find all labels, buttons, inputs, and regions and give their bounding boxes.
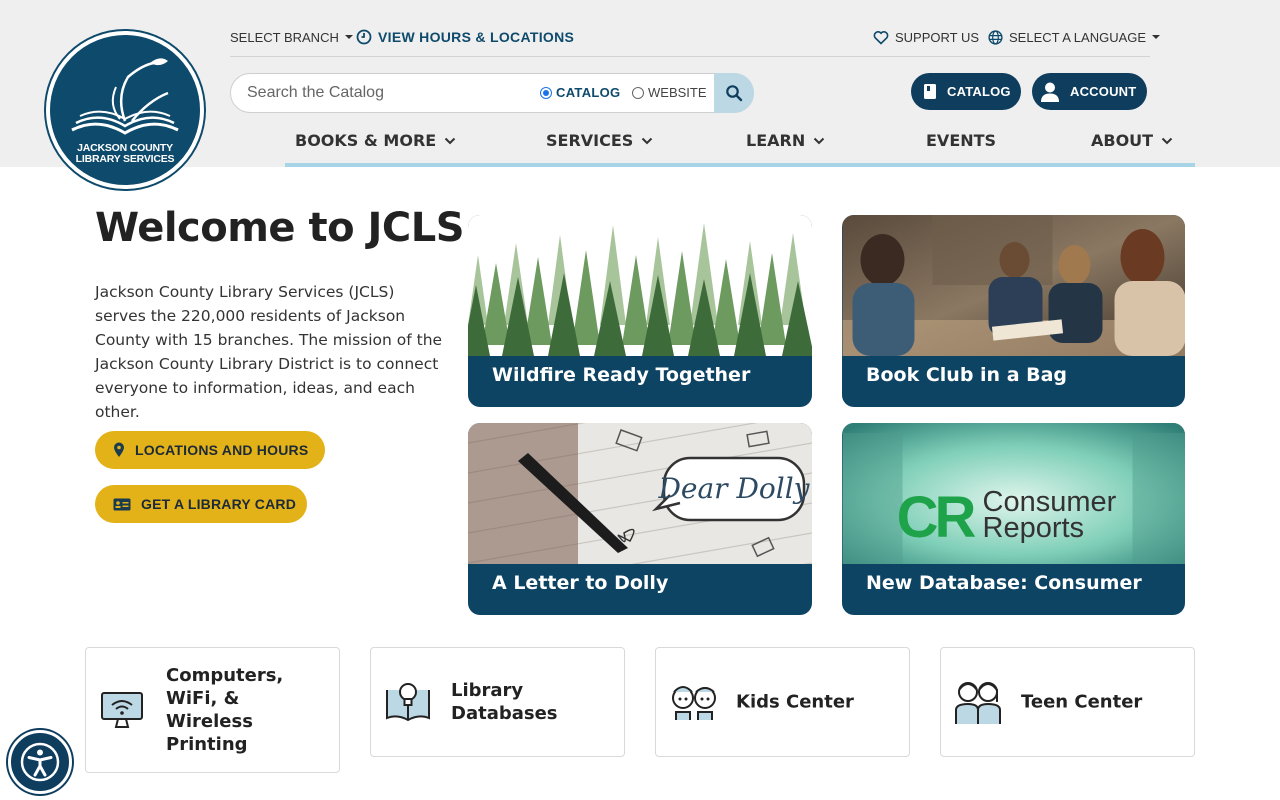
forest-image <box>468 215 812 356</box>
tile-teen-center[interactable]: Teen Center <box>940 647 1195 757</box>
select-language-dropdown[interactable]: SELECT A LANGUAGE <box>988 26 1161 48</box>
view-hours-link[interactable]: VIEW HOURS & LOCATIONS <box>356 26 574 48</box>
caret-down-icon <box>344 35 353 39</box>
clock-icon <box>356 29 372 45</box>
select-branch-dropdown[interactable]: SELECT BRANCH <box>230 26 353 48</box>
nav-learn-label: LEARN <box>746 131 806 150</box>
account-button-label: ACCOUNT <box>1070 84 1137 99</box>
support-us-link[interactable]: SUPPORT US <box>873 26 979 48</box>
nav-services[interactable]: SERVICES <box>546 131 653 150</box>
header-divider <box>230 56 1150 57</box>
heart-icon <box>873 30 889 45</box>
view-hours-label: VIEW HOURS & LOCATIONS <box>378 29 575 45</box>
get-library-card-label: GET A LIBRARY CARD <box>141 496 297 512</box>
site-header: JACKSON COUNTY LIBRARY SERVICES SELECT B… <box>0 0 1280 189</box>
chevron-down-icon <box>642 137 653 144</box>
tile-computers-wifi[interactable]: Computers, WiFi, & Wireless Printing <box>85 647 340 773</box>
tile-label: Kids Center <box>736 691 854 713</box>
book-lightbulb-icon <box>386 683 430 722</box>
consumer-reports-image: CR Consumer Reports <box>842 423 1185 564</box>
feature-card-book-club[interactable]: Book Club in a Bag <box>842 215 1185 407</box>
nav-services-label: SERVICES <box>546 131 634 150</box>
tile-label: Computers, WiFi, & Wireless Printing <box>166 665 284 755</box>
welcome-description: Jackson County Library Services (JCLS) s… <box>95 283 443 421</box>
main-nav: BOOKS & MORE SERVICES LEARN EVENTS ABOUT <box>285 127 1195 167</box>
radio-unselected-icon <box>632 86 644 99</box>
jcls-logo[interactable]: JACKSON COUNTY LIBRARY SERVICES <box>46 31 204 189</box>
cr-logo-text: CR <box>897 485 976 550</box>
dear-dolly-text: Dear Dolly <box>657 472 810 505</box>
nav-books-more-label: BOOKS & MORE <box>295 131 437 150</box>
caret-down-icon <box>1152 35 1161 39</box>
nav-about-label: ABOUT <box>1091 131 1154 150</box>
page-title: Welcome to JCLS <box>95 205 465 251</box>
feature-card-title: Book Club in a Bag <box>866 364 1068 386</box>
catalog-button[interactable]: CATALOG <box>911 73 1021 110</box>
letter-writing-photo: Dear Dolly <box>468 423 812 564</box>
map-pin-icon <box>113 442 125 458</box>
computer-wifi-icon <box>101 692 143 728</box>
search-option-catalog-label: CATALOG <box>556 85 621 100</box>
feature-card-title: A Letter to Dolly <box>492 572 669 594</box>
get-library-card-button[interactable]: GET A LIBRARY CARD <box>95 485 307 523</box>
accessibility-button[interactable] <box>8 730 72 794</box>
reports-text: Reports <box>983 512 1085 544</box>
globe-icon <box>988 29 1003 45</box>
nav-events[interactable]: EVENTS <box>926 131 996 150</box>
catalog-search-bar: CATALOG WEBSITE <box>230 73 754 113</box>
search-option-website[interactable]: WEBSITE <box>632 85 707 100</box>
search-input[interactable] <box>247 82 517 104</box>
select-branch-label: SELECT BRANCH <box>230 29 339 45</box>
accessibility-icon <box>20 742 60 782</box>
kids-icon <box>672 686 716 720</box>
book-club-photo <box>842 215 1185 356</box>
user-icon <box>1040 81 1060 103</box>
chevron-down-icon <box>814 137 825 144</box>
search-option-website-label: WEBSITE <box>648 85 707 100</box>
tile-label: Library Databases <box>451 680 558 724</box>
tile-library-databases[interactable]: Library Databases <box>370 647 625 757</box>
id-card-icon <box>113 498 131 511</box>
select-language-label: SELECT A LANGUAGE <box>1009 29 1147 45</box>
feature-card-letter-dolly[interactable]: Dear Dolly A Letter to Dolly <box>468 423 812 615</box>
locations-hours-button[interactable]: LOCATIONS AND HOURS <box>95 431 325 469</box>
chevron-down-icon <box>444 137 456 144</box>
radio-selected-icon <box>540 86 552 99</box>
search-button[interactable] <box>714 73 754 113</box>
support-us-label: SUPPORT US <box>895 29 980 45</box>
nav-learn[interactable]: LEARN <box>746 131 825 150</box>
feature-card-title: New Database: Consumer <box>866 572 1142 594</box>
tile-label: Teen Center <box>1021 691 1143 713</box>
chevron-down-icon <box>1161 137 1173 144</box>
feature-card-consumer-reports[interactable]: CR Consumer Reports New Database: Consum… <box>842 423 1185 615</box>
nav-books-more[interactable]: BOOKS & MORE <box>295 131 456 150</box>
nav-events-label: EVENTS <box>926 131 997 150</box>
feature-card-title: Wildfire Ready Together <box>492 364 751 386</box>
catalog-button-label: CATALOG <box>947 84 1011 99</box>
feature-card-wildfire[interactable]: Wildfire Ready Together <box>468 215 812 407</box>
search-option-catalog[interactable]: CATALOG <box>540 85 620 100</box>
logo-line-2: LIBRARY SERVICES <box>75 153 175 165</box>
teens-icon <box>955 682 1001 724</box>
search-icon <box>726 85 743 102</box>
tile-kids-center[interactable]: Kids Center <box>655 647 910 757</box>
account-button[interactable]: ACCOUNT <box>1032 73 1147 110</box>
book-icon <box>923 83 937 100</box>
locations-hours-label: LOCATIONS AND HOURS <box>135 442 309 458</box>
nav-about[interactable]: ABOUT <box>1091 131 1173 150</box>
